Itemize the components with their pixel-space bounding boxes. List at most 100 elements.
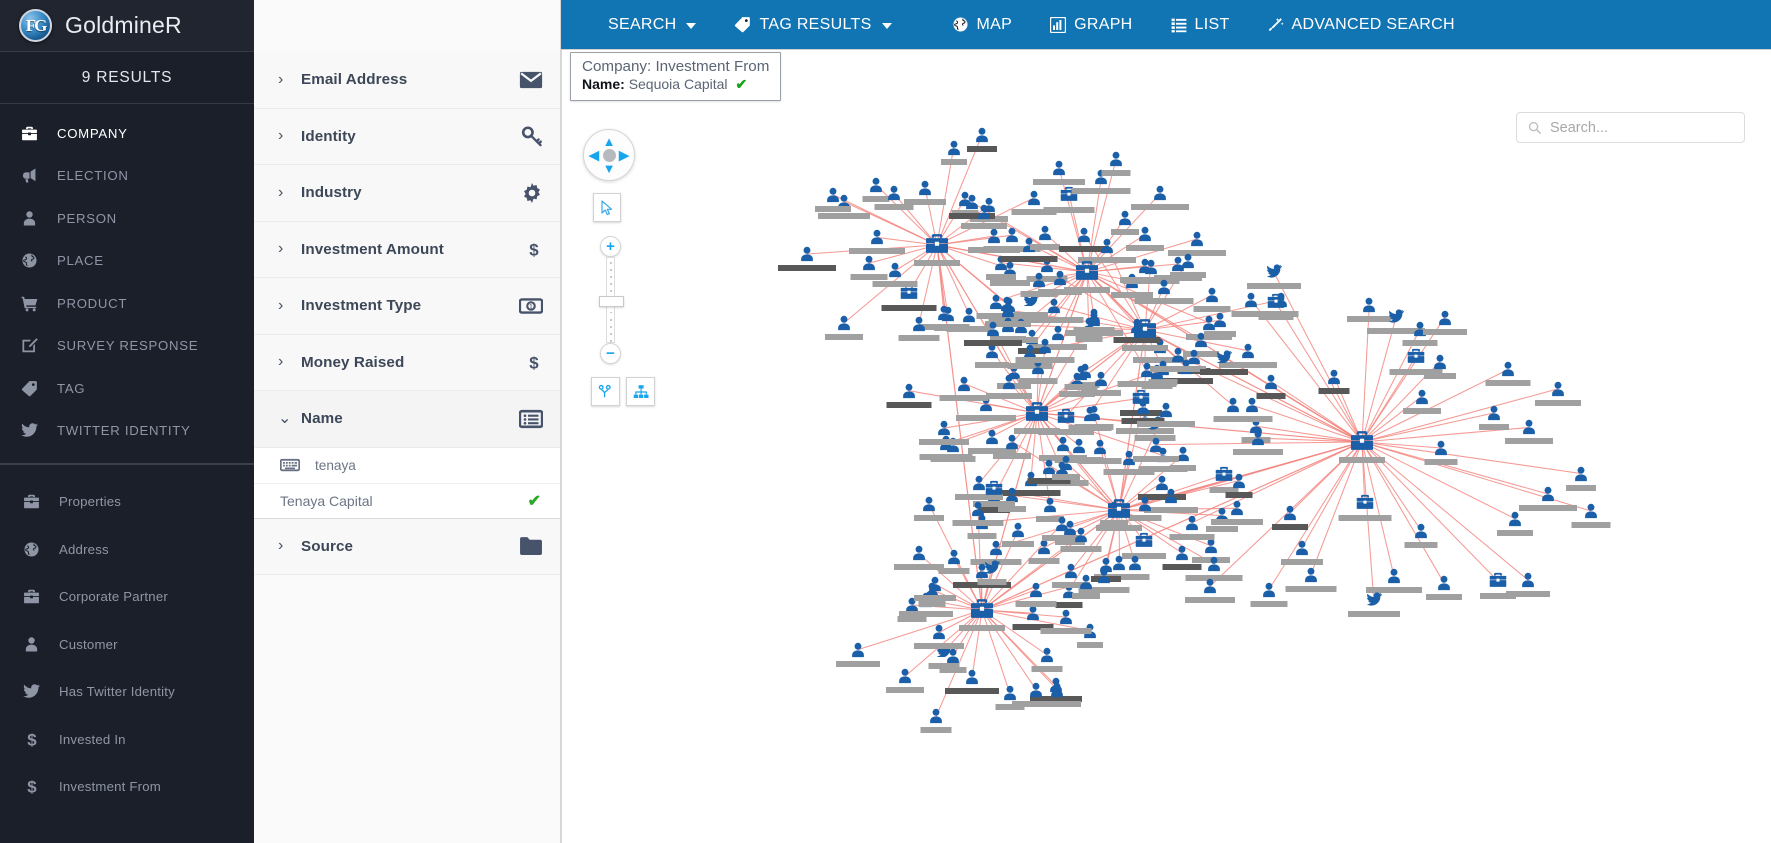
- graph-node-person[interactable]: [917, 180, 933, 196]
- graph-node-person[interactable]: [1143, 259, 1159, 275]
- graph-node-person[interactable]: [976, 204, 992, 220]
- graph-node-person[interactable]: [886, 185, 902, 201]
- graph-node-person[interactable]: [1386, 568, 1402, 584]
- graph-node-person[interactable]: [1263, 374, 1279, 390]
- graph-node-person[interactable]: [928, 708, 944, 724]
- graph-node-person[interactable]: [1148, 437, 1164, 453]
- graph-node-person[interactable]: [911, 545, 927, 561]
- graph-node-person[interactable]: [1046, 298, 1062, 314]
- graph-node-company[interactable]: [1135, 532, 1153, 548]
- graph-node-person[interactable]: [1086, 308, 1102, 324]
- zoom-track[interactable]: [606, 257, 615, 343]
- graph-node-person[interactable]: [1432, 354, 1448, 370]
- graph-node-person[interactable]: [1189, 231, 1205, 247]
- graph-node-person[interactable]: [1486, 405, 1502, 421]
- graph-node-person[interactable]: [1326, 369, 1342, 385]
- graph-node-person[interactable]: [869, 229, 885, 245]
- graph-node-company-hub[interactable]: [1133, 318, 1157, 339]
- chevron-right-icon[interactable]: ›: [278, 185, 298, 201]
- facet-row-email-address[interactable]: ›Email Address: [254, 52, 560, 109]
- graph-node-person[interactable]: [1073, 365, 1089, 381]
- graph-node-person[interactable]: [1206, 556, 1222, 572]
- graph-node-twitter[interactable]: [1216, 350, 1232, 364]
- graph-node-person[interactable]: [970, 501, 986, 517]
- graph-node-person[interactable]: [861, 255, 877, 271]
- graph-node-person[interactable]: [985, 321, 1001, 337]
- graph-node-person[interactable]: [1026, 190, 1042, 206]
- chevron-right-icon[interactable]: ›: [278, 72, 298, 88]
- chevron-down-icon[interactable]: ⌄: [278, 411, 298, 427]
- graph-node-person[interactable]: [1180, 253, 1196, 269]
- graph-node-person[interactable]: [1520, 572, 1536, 588]
- pan-up-icon[interactable]: ▲: [603, 135, 616, 148]
- graph-node-person[interactable]: [1037, 225, 1053, 241]
- graph-node-person[interactable]: [1058, 455, 1074, 471]
- sidebar-item-product[interactable]: PRODUCT: [0, 282, 254, 325]
- graph-node-person[interactable]: [1078, 574, 1094, 590]
- sidebar-relation-address[interactable]: Address: [0, 526, 254, 574]
- sidebar-relation-invested-in[interactable]: $Invested In: [0, 716, 254, 764]
- graph-node-company[interactable]: [1407, 348, 1425, 364]
- pan-down-icon[interactable]: ▼: [603, 162, 616, 175]
- graph-node-person[interactable]: [901, 383, 917, 399]
- graph-node-person[interactable]: [1039, 647, 1055, 663]
- graph-node-person[interactable]: [1240, 343, 1256, 359]
- topbar-item-graph[interactable]: GRAPH: [1031, 0, 1151, 49]
- graph-node-person[interactable]: [1261, 582, 1277, 598]
- graph-node-person[interactable]: [1002, 685, 1018, 701]
- graph-node-person[interactable]: [1063, 563, 1079, 579]
- chevron-right-icon[interactable]: ›: [278, 298, 298, 314]
- graph-node-person[interactable]: [1413, 523, 1429, 539]
- graph-node-person[interactable]: [1117, 210, 1133, 226]
- graph-node-person[interactable]: [1174, 545, 1190, 561]
- graph-node-person[interactable]: [946, 549, 962, 565]
- graph-node-person[interactable]: [964, 669, 980, 685]
- graph-node-person[interactable]: [1225, 397, 1241, 413]
- graph-node-person[interactable]: [799, 246, 815, 262]
- graph-node-person[interactable]: [1025, 605, 1041, 621]
- force-layout-button[interactable]: [591, 377, 620, 406]
- graph-node-company-hub[interactable]: [970, 598, 994, 619]
- graph-node-person[interactable]: [1042, 497, 1058, 513]
- graph-node-person[interactable]: [1137, 226, 1153, 242]
- graph-node-person[interactable]: [1086, 405, 1102, 421]
- graph-node-person[interactable]: [1028, 582, 1044, 598]
- graph-node-person[interactable]: [1037, 338, 1053, 354]
- graph-node-person[interactable]: [1158, 402, 1174, 418]
- graph-node-person[interactable]: [1073, 527, 1089, 543]
- graph-node-person[interactable]: [956, 376, 972, 392]
- graph-node-company-hub[interactable]: [1350, 430, 1374, 451]
- pan-left-icon[interactable]: ◀: [589, 149, 599, 162]
- sidebar-item-place[interactable]: PLACE: [0, 240, 254, 283]
- graph-node-twitter[interactable]: [984, 560, 1000, 574]
- facet-row-industry[interactable]: ›Industry: [254, 165, 560, 222]
- graph-node-person[interactable]: [1414, 389, 1430, 405]
- graph-node-person[interactable]: [1550, 381, 1566, 397]
- pan-direction-pad[interactable]: ▲ ▼ ◀ ▶: [583, 129, 635, 181]
- graph-node-person[interactable]: [1041, 459, 1057, 475]
- graph-node-person[interactable]: [1001, 374, 1017, 390]
- graph-node-person[interactable]: [1433, 440, 1449, 456]
- sidebar-relation-properties[interactable]: Properties: [0, 478, 254, 526]
- graph-node-person[interactable]: [1071, 438, 1087, 454]
- graph-node-twitter[interactable]: [1266, 264, 1282, 278]
- facet-row-identity[interactable]: ›Identity: [254, 109, 560, 166]
- zoom-in-button[interactable]: +: [600, 236, 621, 257]
- graph-node-person[interactable]: [1243, 292, 1259, 308]
- graph-node-person[interactable]: [1573, 466, 1589, 482]
- graph-node-company[interactable]: [1356, 494, 1374, 510]
- cursor-select-tool[interactable]: [593, 193, 621, 222]
- graph-node-person[interactable]: [1000, 302, 1016, 318]
- graph-node-person[interactable]: [986, 228, 1002, 244]
- graph-node-person[interactable]: [1058, 609, 1074, 625]
- facet-row-investment-amount[interactable]: ›Investment Amount$: [254, 222, 560, 279]
- graph-node-person[interactable]: [1054, 516, 1070, 532]
- graph-node-person[interactable]: [887, 262, 903, 278]
- sidebar-item-twitter-identity[interactable]: TWITTER IDENTITY: [0, 410, 254, 453]
- graph-node-person[interactable]: [1051, 160, 1067, 176]
- graph-node-twitter[interactable]: [1366, 592, 1382, 606]
- graph-node-company-hub[interactable]: [925, 233, 949, 254]
- chevron-right-icon[interactable]: ›: [278, 128, 298, 144]
- sidebar-item-survey-response[interactable]: SURVEY RESPONSE: [0, 325, 254, 368]
- graph-node-person[interactable]: [1583, 503, 1599, 519]
